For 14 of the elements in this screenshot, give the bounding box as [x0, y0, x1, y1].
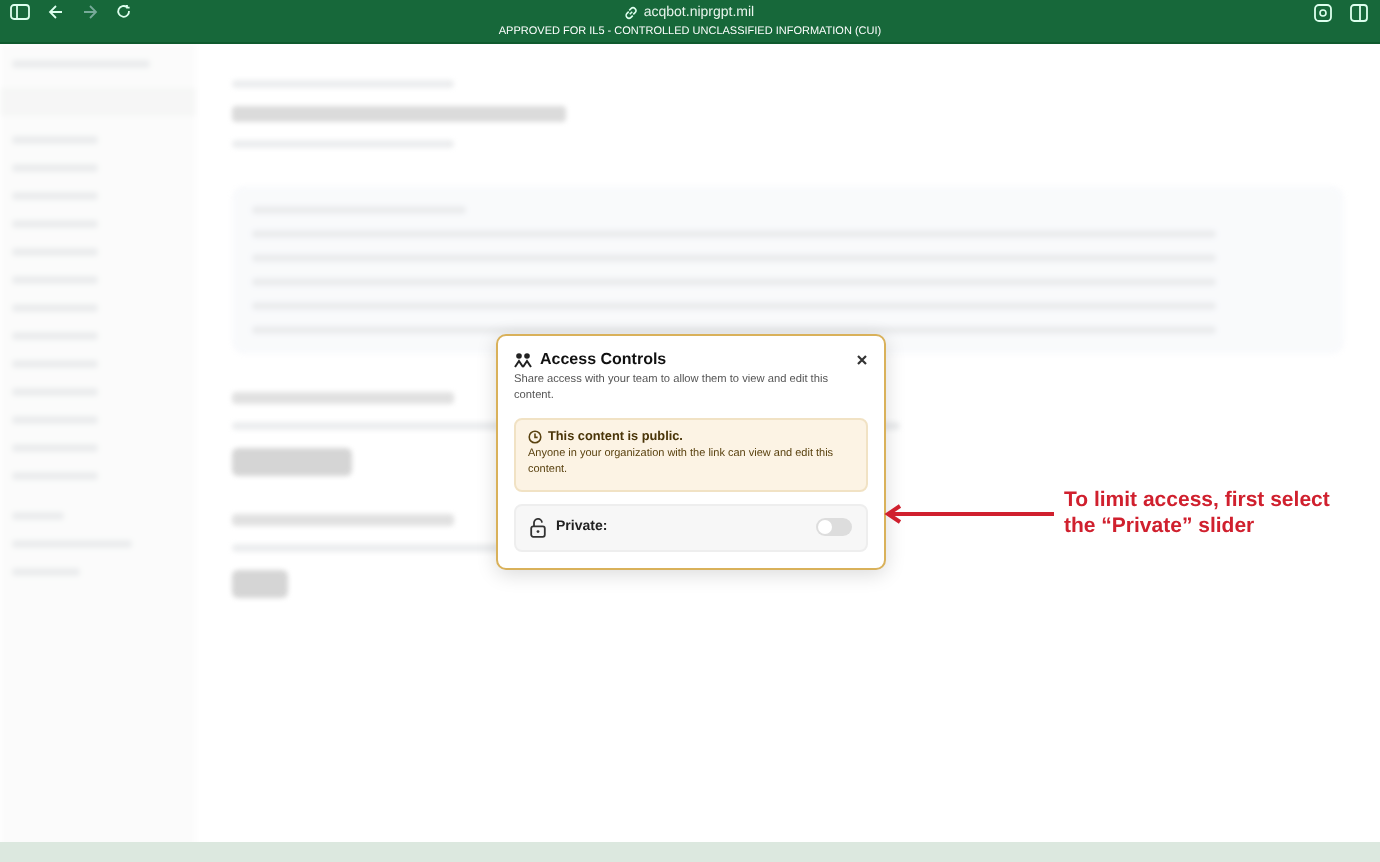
clock-icon — [528, 429, 542, 444]
tabs-icon[interactable] — [1349, 3, 1368, 21]
private-toggle[interactable] — [816, 518, 852, 537]
dialog-title: Access Controls — [540, 350, 667, 368]
forward-icon[interactable] — [82, 4, 98, 20]
link-icon — [623, 5, 638, 19]
extension-icon[interactable] — [1313, 3, 1332, 21]
reload-icon[interactable] — [116, 4, 132, 20]
padlock-icon — [530, 517, 546, 538]
back-icon[interactable] — [48, 4, 64, 20]
people-icon — [514, 351, 532, 367]
sidebar-icon[interactable] — [10, 4, 30, 20]
close-icon[interactable] — [856, 353, 868, 365]
annotation-text: To limit access, first select the “Private” slider — [1064, 488, 1332, 541]
